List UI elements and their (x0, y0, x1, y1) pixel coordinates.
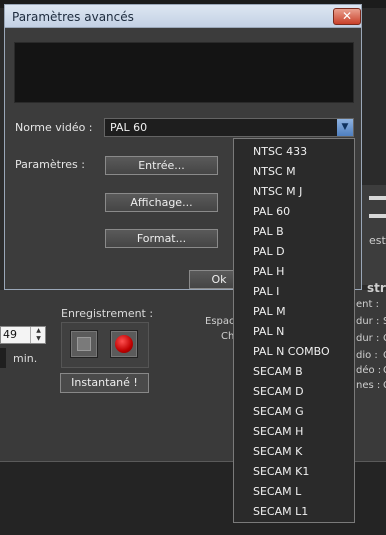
display-button[interactable]: Affichage... (105, 193, 218, 212)
dropdown-option[interactable]: SECAM G (253, 402, 304, 422)
right-panel-bar (369, 214, 386, 218)
dropdown-option[interactable]: SECAM B (253, 362, 303, 382)
minutes-label: min. (13, 352, 38, 365)
dialog-title: Paramètres avancés (12, 10, 134, 24)
info-row-label: déo : (356, 365, 382, 376)
dropdown-option[interactable]: PAL N COMBO (253, 342, 330, 362)
format-button[interactable]: Format... (105, 229, 218, 248)
info-row-label: dio : (356, 350, 378, 361)
dropdown-option[interactable]: SECAM D (253, 382, 304, 402)
close-button[interactable]: ✕ (333, 8, 361, 25)
dropdown-option[interactable]: SECAM K (253, 442, 302, 462)
info-row-label: ent : (356, 299, 379, 310)
spin-arrows[interactable]: ▲ ▼ (30, 327, 46, 343)
spin-down-icon[interactable]: ▼ (31, 335, 46, 343)
dropdown-option[interactable]: NTSC M (253, 162, 296, 182)
dropdown-option[interactable]: PAL M (253, 302, 286, 322)
dropdown-option[interactable]: SECAM L1 (253, 502, 308, 522)
right-panel-heading: stre (367, 281, 386, 295)
dropdown-option[interactable]: PAL D (253, 242, 285, 262)
dropdown-option[interactable]: NTSC M J (253, 182, 302, 202)
minutes-field (0, 348, 6, 368)
duration-value: 49 (3, 328, 17, 341)
dropdown-option[interactable]: PAL B (253, 222, 284, 242)
dropdown-option[interactable]: PAL I (253, 282, 279, 302)
spin-up-icon[interactable]: ▲ (31, 327, 46, 335)
right-panel-bar (369, 196, 386, 200)
record-button[interactable] (110, 330, 138, 358)
recording-label: Enregistrement : (61, 307, 154, 320)
dropdown-option[interactable]: PAL N (253, 322, 284, 342)
params-label: Paramètres : (15, 158, 85, 171)
video-norm-value: PAL 60 (110, 121, 148, 134)
video-norm-label: Norme vidéo : (15, 121, 93, 134)
chevron-down-icon[interactable]: ▼ (337, 119, 353, 136)
right-panel-snippet: est (369, 234, 386, 247)
record-icon (115, 335, 133, 353)
dropdown-option[interactable]: SECAM L (253, 482, 301, 502)
dropdown-option[interactable]: SECAM H (253, 422, 303, 442)
stop-icon (77, 337, 91, 351)
info-row-label: dur : (356, 333, 380, 344)
input-button[interactable]: Entrée... (105, 156, 218, 175)
info-row-label: nes : (356, 380, 381, 391)
snapshot-button[interactable]: Instantané ! (60, 373, 149, 393)
close-icon: ✕ (341, 9, 353, 23)
info-row-label: dur : (356, 316, 380, 327)
dropdown-option[interactable]: NTSC 433 (253, 142, 307, 162)
dropdown-option[interactable]: PAL H (253, 262, 284, 282)
dropdown-option[interactable]: PAL 60 (253, 202, 290, 222)
video-preview (14, 42, 354, 103)
dropdown-option[interactable]: SECAM K1 (253, 462, 309, 482)
stop-button[interactable] (70, 330, 98, 358)
